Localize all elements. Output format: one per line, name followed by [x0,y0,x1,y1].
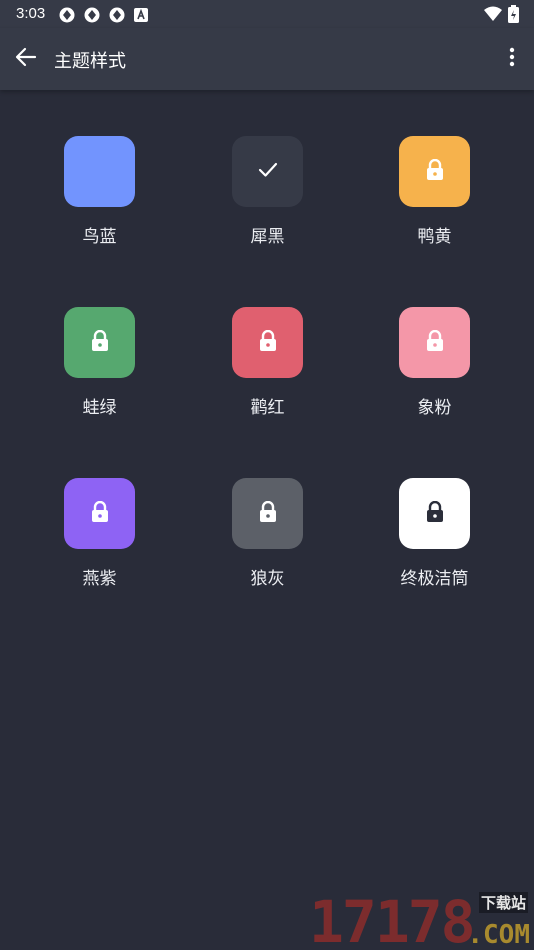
lock-icon [258,500,278,527]
theme-option[interactable]: 终极洁筒 [369,478,499,608]
lock-icon [425,158,445,185]
wifi-icon [484,6,502,26]
watermark-sub: 下载站 [478,892,528,913]
theme-option[interactable]: 鹳红 [202,307,332,437]
lock-icon [90,329,110,356]
lock-icon [90,500,110,527]
screen: 3:03 主题样式 鸟蓝 犀黑 鸭黄 蛙绿 鹳红 象粉 燕紫 狼灰 终极洁筒 1… [0,0,534,950]
more-vertical-icon [509,47,515,71]
theme-label: 燕紫 [82,569,117,589]
theme-option[interactable]: 狼灰 [202,478,332,608]
watermark-domain: .COM [467,920,530,950]
theme-option[interactable]: 犀黑 [202,136,332,266]
theme-label: 鸭黄 [417,227,452,247]
battery-icon [508,5,519,27]
theme-label: 狼灰 [250,569,285,589]
lock-icon [425,329,445,356]
status-bar: 3:03 [0,0,534,28]
lock-icon [425,500,445,527]
arrow-left-icon [15,46,37,72]
theme-label: 鸟蓝 [82,227,117,247]
theme-label: 犀黑 [250,227,285,247]
check-icon [257,161,279,183]
watermark-logo: 17178 下载站 .COM [309,888,534,950]
app-bar: 主题样式 [0,28,534,90]
page-title: 主题样式 [54,51,126,72]
theme-swatch[interactable] [64,136,135,207]
theme-swatch[interactable] [232,136,303,207]
theme-swatch[interactable] [399,307,470,378]
back-button[interactable] [10,43,42,75]
theme-swatch[interactable] [399,136,470,207]
theme-swatch[interactable] [232,478,303,549]
sync-icon [108,6,126,28]
theme-swatch[interactable] [64,307,135,378]
theme-swatch[interactable] [232,307,303,378]
theme-option[interactable]: 鸟蓝 [34,136,164,266]
theme-label: 终极洁筒 [400,569,469,589]
theme-option[interactable]: 蛙绿 [34,307,164,437]
theme-option[interactable]: 象粉 [369,307,499,437]
a-icon [134,7,148,26]
more-options-button[interactable] [502,43,522,75]
watermark-digits: 17178 [309,888,476,950]
theme-option[interactable]: 鸭黄 [369,136,499,266]
theme-label: 蛙绿 [82,398,117,418]
theme-swatch[interactable] [64,478,135,549]
status-time: 3:03 [16,5,46,22]
sync-icon [83,6,101,28]
sync-icon [58,6,76,28]
theme-label: 鹳红 [250,398,285,418]
lock-icon [258,329,278,356]
theme-label: 象粉 [417,398,452,418]
theme-swatch[interactable] [399,478,470,549]
theme-option[interactable]: 燕紫 [34,478,164,608]
